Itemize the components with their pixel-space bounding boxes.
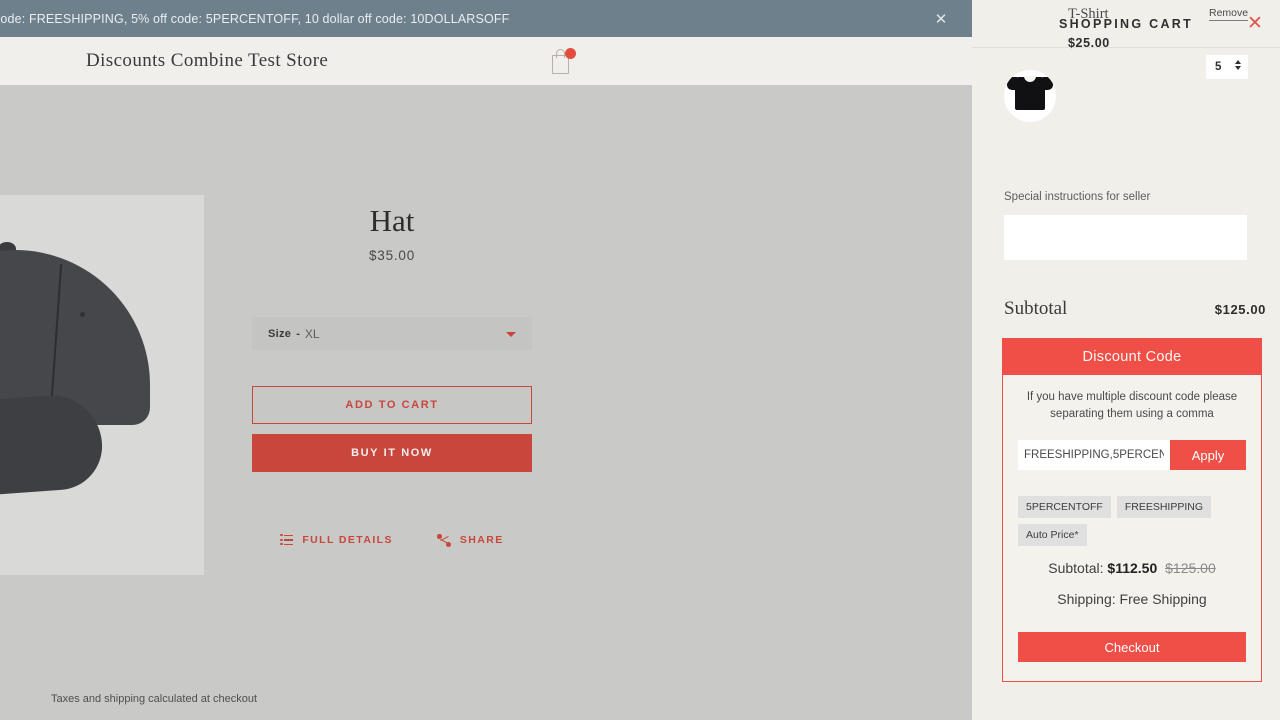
announcement-bar: code: FREESHIPPING, 5% off code: 5PERCEN… [0,0,972,37]
discount-subtotal-row: Subtotal: $112.50 $125.00 [1003,560,1261,576]
discount-panel-title: Discount Code [1082,349,1181,365]
share-link[interactable]: SHARE [437,534,504,547]
checkout-button[interactable]: Checkout [1018,632,1246,662]
product-price: $35.00 [252,248,532,263]
cart-item-name[interactable]: T-Shirt [1068,6,1109,23]
cart-item-thumbnail[interactable] [1004,70,1056,122]
quantity-decrease-icon[interactable] [1235,66,1241,70]
discount-tag[interactable]: Auto Price* [1018,524,1087,546]
cart-item-quantity-stepper[interactable]: 5 [1206,55,1248,79]
share-label: SHARE [460,534,504,546]
page-root: code: FREESHIPPING, 5% off code: 5PERCEN… [0,0,1280,720]
cap-eyelet-shape [80,312,85,317]
tax-note: Taxes and shipping calculated at checkou… [0,693,308,705]
buy-it-now-button[interactable]: BUY IT NOW [252,434,532,472]
store-title: Discounts Combine Test Store [86,50,328,72]
shopping-bag-icon[interactable] [549,47,577,77]
applied-discount-tags: 5PERCENTOFF FREESHIPPING Auto Price* [1018,496,1250,546]
product-image [0,195,204,575]
quantity-value: 5 [1215,61,1221,73]
add-to-cart-label: ADD TO CART [345,399,438,411]
full-details-link[interactable]: FULL DETAILS [280,534,393,546]
discount-subtotal-discounted: $112.50 [1107,560,1157,576]
buy-it-now-label: BUY IT NOW [351,447,433,459]
size-select-value: XL [305,327,320,341]
cart-subtotal-value: $125.00 [1215,302,1266,317]
store-header: Discounts Combine Test Store [0,37,972,85]
discount-code-input[interactable] [1018,440,1170,470]
hat-illustration [0,250,200,500]
discount-shipping-row: Shipping: Free Shipping [1003,591,1261,607]
discount-code-panel: Discount Code If you have multiple disco… [1002,338,1262,682]
cart-item-remove-link[interactable]: Remove [1209,7,1248,21]
discount-shipping-value: Free Shipping [1120,591,1207,607]
discount-subtotal-original: $125.00 [1165,560,1216,576]
chevron-down-icon [506,332,516,337]
share-icon [437,534,451,547]
add-to-cart-button[interactable]: ADD TO CART [252,386,532,424]
cart-count-badge [565,48,576,59]
discount-subtotal-label: Subtotal: [1048,560,1103,576]
discount-help-text: If you have multiple discount code pleas… [1025,389,1239,423]
full-details-label: FULL DETAILS [302,534,393,546]
cart-line-item [972,70,1280,162]
discount-tag[interactable]: 5PERCENTOFF [1018,496,1111,518]
discount-input-row: Apply [1018,440,1246,470]
product-title: Hat [252,203,532,239]
discount-panel-header: Discount Code [1003,339,1261,375]
discount-shipping-label: Shipping: [1057,591,1115,607]
size-select[interactable]: Size - XL [252,317,532,350]
product-main-area: Hat $35.00 Size - XL ADD TO CART BUY IT … [0,85,972,720]
special-instructions-label: Special instructions for seller [1004,191,1150,203]
quantity-arrows-icon[interactable] [1235,60,1241,70]
list-icon [280,535,293,546]
product-links-row: FULL DETAILS SHARE [252,530,532,550]
cart-subtotal-label: Subtotal [1004,298,1067,320]
apply-discount-button[interactable]: Apply [1170,440,1246,470]
special-instructions-input[interactable] [1004,215,1247,260]
quantity-increase-icon[interactable] [1235,60,1241,64]
size-select-separator: - [296,328,300,340]
announcement-text: code: FREESHIPPING, 5% off code: 5PERCEN… [0,12,509,26]
discount-tag[interactable]: FREESHIPPING [1117,496,1211,518]
cart-item-price: $25.00 [1068,36,1110,50]
cart-subtotal-row: Subtotal $125.00 [1004,298,1266,320]
announcement-close-icon[interactable]: ✕ [932,10,950,28]
size-select-label: Size [268,328,291,340]
